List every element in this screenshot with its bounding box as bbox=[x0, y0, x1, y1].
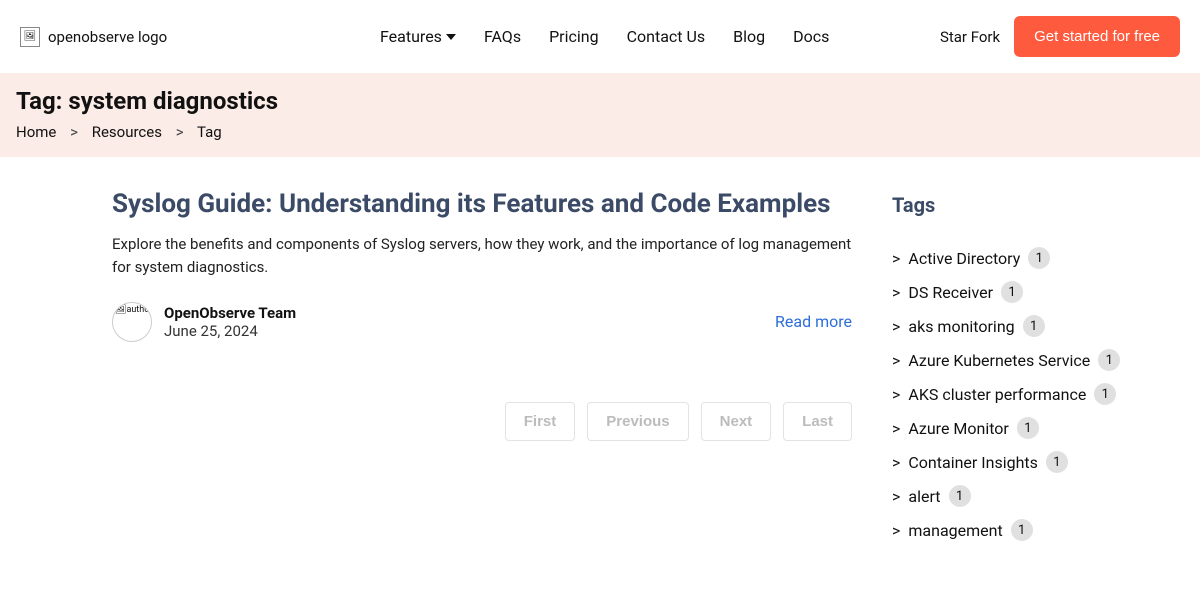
logo-alt: openobserve logo bbox=[48, 28, 167, 46]
post-title[interactable]: Syslog Guide: Understanding its Features… bbox=[112, 189, 852, 219]
pagination: First Previous Next Last bbox=[112, 402, 852, 441]
nav-pricing[interactable]: Pricing bbox=[549, 27, 599, 46]
tag-label: Active Directory bbox=[908, 249, 1020, 268]
tag-count-badge: 1 bbox=[1028, 247, 1050, 269]
header: 🖼 openobserve logo Features FAQs Pricing… bbox=[0, 0, 1200, 73]
chevron-right-icon: > bbox=[176, 123, 184, 141]
broken-image-icon: 🖼 bbox=[20, 27, 40, 47]
nav-faqs[interactable]: FAQs bbox=[484, 27, 521, 46]
tag-item[interactable]: > Container Insights 1 bbox=[892, 451, 1152, 473]
post-excerpt: Explore the benefits and components of S… bbox=[112, 233, 852, 280]
content: Syslog Guide: Understanding its Features… bbox=[112, 189, 852, 553]
tag-count-badge: 1 bbox=[1011, 519, 1033, 541]
chevron-right-icon: > bbox=[892, 283, 900, 302]
caret-down-icon bbox=[446, 34, 456, 40]
tag-banner: Tag: system diagnostics Home > Resources… bbox=[0, 73, 1200, 157]
chevron-right-icon: > bbox=[70, 123, 78, 141]
chevron-right-icon: > bbox=[892, 419, 900, 438]
tag-item[interactable]: > Active Directory 1 bbox=[892, 247, 1152, 269]
tag-count-badge: 1 bbox=[1046, 451, 1068, 473]
primary-nav: Features FAQs Pricing Contact Us Blog Do… bbox=[380, 27, 829, 46]
author-name: OpenObserve Team bbox=[164, 304, 296, 322]
tag-count-badge: 1 bbox=[1001, 281, 1023, 303]
nav-features[interactable]: Features bbox=[380, 27, 456, 46]
chevron-right-icon: > bbox=[892, 385, 900, 404]
chevron-right-icon: > bbox=[892, 521, 900, 540]
get-started-button[interactable]: Get started for free bbox=[1014, 16, 1180, 57]
tag-label: Container Insights bbox=[908, 453, 1038, 472]
tag-label: AKS cluster performance bbox=[908, 385, 1086, 404]
breadcrumb: Home > Resources > Tag bbox=[16, 123, 1184, 141]
logo[interactable]: 🖼 openobserve logo bbox=[20, 27, 240, 47]
crumb-resources[interactable]: Resources bbox=[92, 123, 162, 141]
tag-label: aks monitoring bbox=[908, 317, 1014, 336]
nav-label: Features bbox=[380, 27, 442, 46]
page-last-button[interactable]: Last bbox=[783, 402, 852, 441]
page-title: Tag: system diagnostics bbox=[16, 87, 1184, 115]
tag-item[interactable]: > DS Receiver 1 bbox=[892, 281, 1152, 303]
tag-item[interactable]: > Azure Monitor 1 bbox=[892, 417, 1152, 439]
chevron-right-icon: > bbox=[892, 487, 900, 506]
tags-list: > Active Directory 1 > DS Receiver 1 > aks moni… bbox=[892, 247, 1152, 541]
page-next-button[interactable]: Next bbox=[701, 402, 772, 441]
post-date: June 25, 2024 bbox=[164, 322, 296, 340]
tag-label: Azure Kubernetes Service bbox=[908, 351, 1090, 370]
chevron-right-icon: > bbox=[892, 351, 900, 370]
page-first-button[interactable]: First bbox=[505, 402, 576, 441]
tag-count-badge: 1 bbox=[1098, 349, 1120, 371]
star-fork-link[interactable]: Star Fork bbox=[940, 28, 1000, 46]
chevron-right-icon: > bbox=[892, 317, 900, 336]
page-prev-button[interactable]: Previous bbox=[587, 402, 688, 441]
header-right: Star Fork Get started for free bbox=[940, 16, 1180, 57]
post-meta: 🖼authc OpenObserve Team June 25, 2024 Re… bbox=[112, 302, 852, 342]
nav-docs[interactable]: Docs bbox=[793, 27, 829, 46]
crumb-tag[interactable]: Tag bbox=[197, 123, 222, 141]
tag-count-badge: 1 bbox=[1017, 417, 1039, 439]
tag-label: management bbox=[908, 521, 1002, 540]
read-more-link[interactable]: Read more bbox=[775, 312, 852, 331]
crumb-home[interactable]: Home bbox=[16, 123, 56, 141]
tag-label: DS Receiver bbox=[908, 283, 993, 302]
tag-item[interactable]: > Azure Kubernetes Service 1 bbox=[892, 349, 1152, 371]
main: Syslog Guide: Understanding its Features… bbox=[0, 157, 1200, 553]
tag-item[interactable]: > management 1 bbox=[892, 519, 1152, 541]
author-block: OpenObserve Team June 25, 2024 bbox=[164, 304, 296, 340]
sidebar: Tags > Active Directory 1 > DS Receiver 1 > aks… bbox=[892, 189, 1152, 553]
tag-item[interactable]: > AKS cluster performance 1 bbox=[892, 383, 1152, 405]
tag-label: Azure Monitor bbox=[908, 419, 1008, 438]
tag-item[interactable]: > alert 1 bbox=[892, 485, 1152, 507]
tag-count-badge: 1 bbox=[1023, 315, 1045, 337]
tag-count-badge: 1 bbox=[1094, 383, 1116, 405]
tag-item[interactable]: > aks monitoring 1 bbox=[892, 315, 1152, 337]
tags-heading: Tags bbox=[892, 193, 1152, 217]
tag-count-badge: 1 bbox=[949, 485, 971, 507]
nav-blog[interactable]: Blog bbox=[733, 27, 765, 46]
nav-contact[interactable]: Contact Us bbox=[627, 27, 706, 46]
chevron-right-icon: > bbox=[892, 453, 900, 472]
tag-label: alert bbox=[908, 487, 940, 506]
author-avatar: 🖼authc bbox=[112, 302, 152, 342]
chevron-right-icon: > bbox=[892, 249, 900, 268]
